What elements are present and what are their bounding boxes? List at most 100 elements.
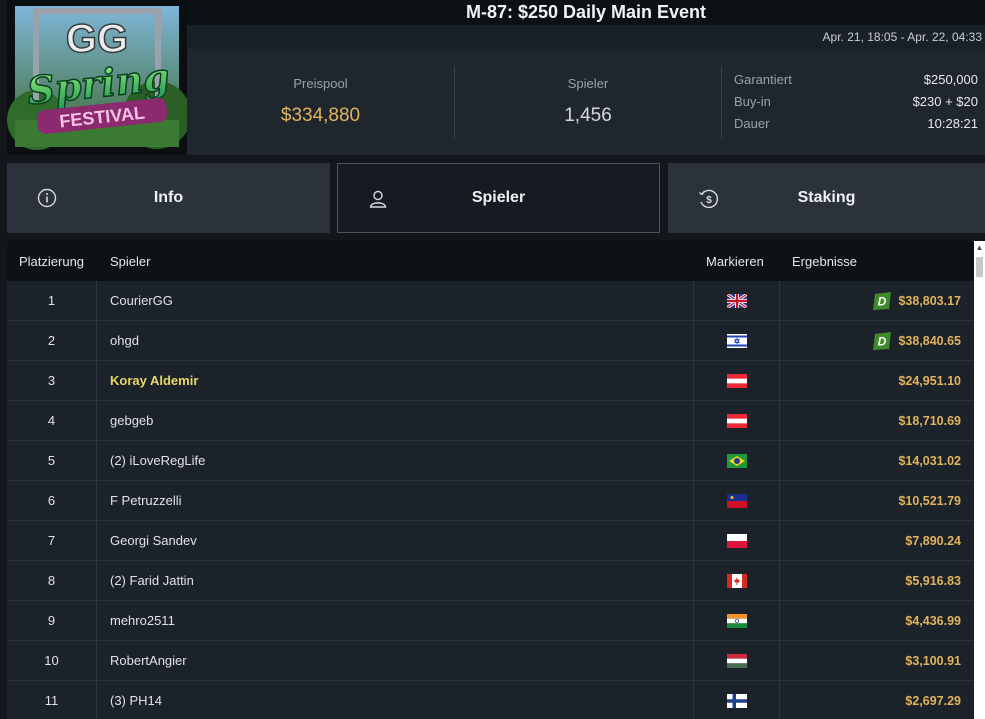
detail-value: 10:28:21 (927, 116, 978, 131)
player-name-cell[interactable]: RobertAngier (97, 641, 694, 680)
table-row[interactable]: 6 F Petruzzelli $10,521.79 (7, 481, 974, 521)
result-cell: $18,710.69 (780, 401, 974, 440)
table-row[interactable]: 9 mehro2511 $4,436.99 (7, 601, 974, 641)
table-row[interactable]: 3 Koray Aldemir $24,951.10 (7, 361, 974, 401)
column-header-result[interactable]: Ergebnisse (780, 241, 974, 281)
table-row[interactable]: 4 gebgeb $18,710.69 (7, 401, 974, 441)
result-cell: $10,521.79 (780, 481, 974, 520)
result-amount: $7,890.24 (905, 533, 961, 548)
svg-text:$: $ (706, 195, 712, 206)
tab-info[interactable]: Info (7, 163, 330, 233)
players-label: Spieler (567, 76, 609, 91)
detail-row-duration: Dauer 10:28:21 (734, 113, 978, 135)
scrollbar[interactable]: ▲ (974, 241, 985, 719)
player-name-cell[interactable]: Koray Aldemir (97, 361, 694, 400)
result-cell: $14,031.02 (780, 441, 974, 480)
result-amount: $14,031.02 (898, 453, 961, 468)
table-row[interactable]: 11 (3) PH14 $2,697.29 (7, 681, 974, 719)
table-row[interactable]: 2 ohgd D $38,840.65 (7, 321, 974, 361)
result-amount: $5,916.83 (905, 573, 961, 588)
player-name[interactable]: Koray Aldemir (110, 373, 198, 388)
flag-cell (694, 681, 780, 719)
flag-at-icon (726, 373, 747, 388)
player-name[interactable]: (3) PH14 (110, 693, 162, 708)
table-row[interactable]: 8 (2) Farid Jattin $5,916.83 (7, 561, 974, 601)
table-row[interactable]: 7 Georgi Sandev $7,890.24 (7, 521, 974, 561)
detail-value: $250,000 (923, 72, 978, 87)
tab-players[interactable]: Spieler (337, 163, 660, 233)
svg-text:D: D (878, 334, 887, 348)
player-name[interactable]: ohgd (110, 333, 139, 348)
table-row[interactable]: 10 RobertAngier $3,100.91 (7, 641, 974, 681)
detail-row-buyin: Buy-in $230 + $20 (734, 91, 978, 113)
player-name-cell[interactable]: F Petruzzelli (97, 481, 694, 520)
player-name-cell[interactable]: CourierGG (97, 281, 694, 320)
flag-gb-icon (726, 293, 747, 308)
result-cell: $3,100.91 (780, 641, 974, 680)
player-name[interactable]: CourierGG (110, 293, 173, 308)
result-cell: D $38,840.65 (780, 321, 974, 360)
detail-label: Buy-in (734, 94, 771, 109)
result-amount: $10,521.79 (898, 493, 961, 508)
result-cell: $4,436.99 (780, 601, 974, 640)
player-name-cell[interactable]: (3) PH14 (97, 681, 694, 719)
players-stat: Spieler 1,456 (455, 49, 721, 155)
results-table: Platzierung Spieler Markieren Ergebnisse… (7, 241, 974, 719)
rank-cell: 2 (7, 321, 97, 360)
table-row[interactable]: 5 (2) iLoveRegLife $14,031.02 (7, 441, 974, 481)
result-cell: $7,890.24 (780, 521, 974, 560)
rank-cell: 9 (7, 601, 97, 640)
player-name[interactable]: gebgeb (110, 413, 153, 428)
player-name[interactable]: (2) Farid Jattin (110, 573, 194, 588)
result-amount: $4,436.99 (905, 613, 961, 628)
flag-cell (694, 521, 780, 560)
flag-hu-icon (726, 653, 747, 668)
column-header-player[interactable]: Spieler (97, 241, 694, 281)
rank-cell: 11 (7, 681, 97, 719)
flag-cell (694, 281, 780, 320)
result-amount: $3,100.91 (905, 653, 961, 668)
detail-label: Dauer (734, 116, 770, 131)
player-name-cell[interactable]: ohgd (97, 321, 694, 360)
column-header-flag[interactable]: Markieren (694, 241, 780, 281)
player-name-cell[interactable]: (2) Farid Jattin (97, 561, 694, 600)
player-name-cell[interactable]: mehro2511 (97, 601, 694, 640)
detail-label: Garantiert (734, 72, 792, 87)
result-amount: $18,710.69 (898, 413, 961, 428)
flag-fi-icon (726, 693, 747, 708)
table-row[interactable]: 1 CourierGG D $38,803.17 (7, 281, 974, 321)
result-amount: $24,951.10 (898, 373, 961, 388)
column-header-rank[interactable]: Platzierung (7, 241, 97, 281)
flag-at-icon (726, 413, 747, 428)
player-name[interactable]: (2) iLoveRegLife (110, 453, 205, 468)
detail-row-guaranteed: Garantiert $250,000 (734, 69, 978, 91)
tournament-details: Garantiert $250,000 Buy-in $230 + $20 Da… (734, 69, 978, 135)
stats-panel: Preispool $334,880 Spieler 1,456 Garanti… (187, 49, 985, 155)
player-name[interactable]: Georgi Sandev (110, 533, 197, 548)
player-name[interactable]: mehro2511 (110, 613, 175, 628)
prizepool-stat: Preispool $334,880 (187, 49, 454, 155)
svg-text:D: D (878, 294, 887, 308)
deal-badge-icon: D (873, 291, 892, 310)
user-icon (368, 189, 388, 209)
player-name-cell[interactable]: Georgi Sandev (97, 521, 694, 560)
player-name-cell[interactable]: (2) iLoveRegLife (97, 441, 694, 480)
staking-icon: $ (698, 188, 719, 209)
result-cell: $2,697.29 (780, 681, 974, 719)
flag-cell (694, 321, 780, 360)
flag-cell (694, 641, 780, 680)
player-name[interactable]: F Petruzzelli (110, 493, 182, 508)
tab-staking[interactable]: $ Staking (668, 163, 985, 233)
prizepool-label: Preispool (293, 76, 348, 91)
tournament-logo: GG Spring FESTIVAL (7, 0, 187, 155)
player-name[interactable]: RobertAngier (110, 653, 187, 668)
player-name-cell[interactable]: gebgeb (97, 401, 694, 440)
scroll-up-arrow-icon[interactable]: ▲ (974, 241, 985, 255)
divider (721, 66, 722, 138)
prizepool-value: $334,880 (280, 105, 361, 126)
flag-cell (694, 361, 780, 400)
flag-ca-icon (726, 573, 747, 588)
flag-cell (694, 561, 780, 600)
scrollbar-thumb[interactable] (976, 257, 983, 277)
flag-br-icon (726, 453, 747, 468)
